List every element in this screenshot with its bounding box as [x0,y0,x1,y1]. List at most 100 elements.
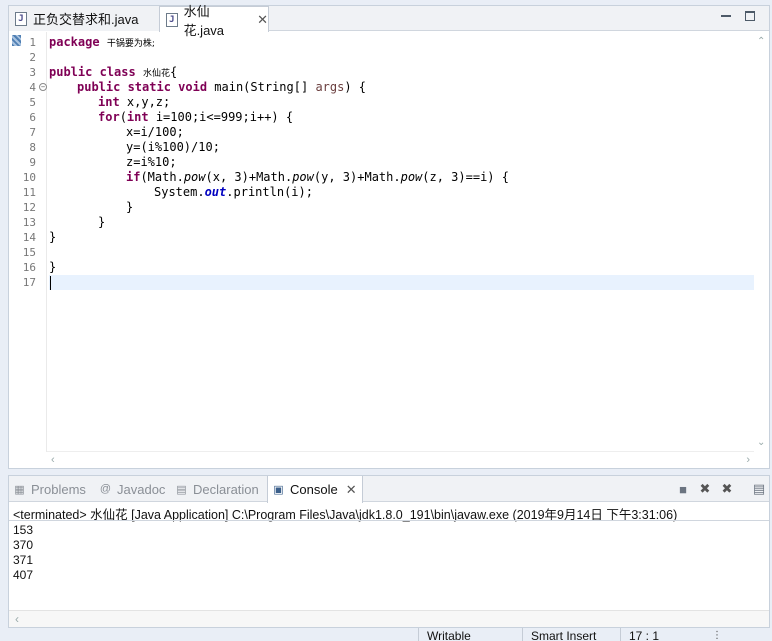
code-line-4: public static void main(String[] args) { [77,80,366,95]
keyword: int [98,95,120,109]
tab-label: Declaration [193,481,259,497]
status-menu-icon[interactable]: ⋮ [712,630,722,641]
line-number: 5 [29,96,36,109]
keyword: for [98,110,120,124]
param-name: args [315,80,345,94]
code-text: main(String[] [214,80,316,94]
scroll-down-icon[interactable]: ⌄ [757,437,765,448]
code-text: { [169,65,178,79]
view-tab-bar: ▦ Problems @ Javadoc ▤ Declaration ▣ Con… [9,476,769,503]
console-view-area: ▦ Problems @ Javadoc ▤ Declaration ▣ Con… [8,475,770,628]
tab-label: 正负交替求和.java [33,12,139,27]
field-name: out [204,185,227,199]
tab-declaration[interactable]: ▤ Declaration [175,476,259,502]
keyword: public static void [77,80,208,94]
code-line-6: for(int i=100;i<=999;i++) { [98,110,293,125]
console-horizontal-scrollbar[interactable]: ‹ [9,610,769,627]
code-text: .println(i); [226,185,313,199]
code-line-13: } [98,215,106,229]
status-insert-mode: Smart Insert [522,628,620,641]
declaration-icon: ▤ [176,483,187,496]
maximize-icon[interactable] [745,11,755,21]
bookmark-marker-icon [12,35,21,46]
code-line-14: } [49,230,57,244]
code-text: (x, 3)+Math. [205,170,293,184]
horizontal-scrollbar[interactable]: ‹ › [47,451,754,468]
minimize-icon[interactable] [721,15,731,17]
line-number: 7 [29,126,36,139]
code-text: x,y,z; [119,95,171,109]
console-output-line: 370 [13,538,34,552]
remove-launch-icon[interactable]: ✖ [697,481,713,497]
line-number: 11 [22,186,36,199]
tab-label: Javadoc [117,481,166,497]
tab-console[interactable]: ▣ Console ✕ [267,476,363,503]
code-line-10: if(Math.pow(x, 3)+Math.pow(y, 3)+Math.po… [126,170,509,185]
line-number: 3 [29,66,36,79]
code-line-7: x=i/100; [126,125,184,139]
code-text: ( [119,110,127,124]
class-name: 水仙花 [142,69,170,79]
method-name: pow [292,170,314,184]
console-output-line: 407 [13,568,34,582]
line-number: 9 [29,156,36,169]
remove-all-launches-icon[interactable]: ✖ [719,481,735,497]
scroll-left-icon[interactable]: ‹ [15,612,19,626]
code-text: (y, 3)+Math. [313,170,401,184]
vertical-scrollbar[interactable]: ⌃ ⌄ [754,32,769,452]
code-text: (Math. [140,170,184,184]
javadoc-icon: @ [99,483,112,495]
line-number: 4 [29,81,36,94]
tab-zhengfu-java[interactable]: J 正负交替求和.java [9,6,159,31]
code-lines: package 干锅要为株; public class 水仙花{ public … [49,32,755,452]
line-number: 6 [29,111,36,124]
tab-problems[interactable]: ▦ Problems [13,476,86,502]
problems-icon: ▦ [14,483,25,496]
line-number: 10 [22,171,36,184]
code-line-12: } [126,200,134,214]
code-line-3: public class 水仙花{ [49,65,177,80]
scroll-up-icon[interactable]: ⌃ [757,36,765,47]
terminate-icon[interactable]: ■ [675,481,691,497]
line-number: 14 [22,231,36,244]
code-line-16: } [49,260,57,274]
keyword: if [126,170,141,184]
status-cursor-position: 17 : 1 [620,628,710,641]
close-icon[interactable]: ✕ [257,12,268,28]
code-line-9: z=i%10; [126,155,177,169]
code-text: i=100;i<=999;i++) { [148,110,294,124]
code-line-5: int x,y,z; [98,95,170,110]
scroll-left-icon[interactable]: ‹ [51,454,55,466]
clear-console-icon[interactable]: ▤ [751,481,767,497]
console-output-line: 371 [13,553,34,567]
fold-collapse-icon[interactable]: − [39,83,47,91]
console-icon: ▣ [273,484,284,496]
text-caret [50,276,51,290]
status-bar: Writable Smart Insert 17 : 1 ⋮ [0,628,772,641]
code-text: System. [154,185,205,199]
package-name: 干锅要为株; [106,39,155,49]
line-number: 15 [22,246,36,259]
code-line-11: System.out.println(i); [154,185,313,200]
code-text: (z, 3)==i) { [422,170,509,184]
close-icon[interactable]: ✕ [346,482,357,498]
tab-javadoc[interactable]: @ Javadoc [99,476,166,502]
method-name: pow [183,170,206,184]
line-number: 13 [22,216,36,229]
tab-label: Problems [31,481,86,497]
console-output[interactable]: 153 370 371 407 [13,523,33,583]
scroll-right-icon[interactable]: › [746,454,750,466]
code-text: ) { [344,80,367,94]
status-writable: Writable [418,628,522,641]
code-line-8: y=(i%100)/10; [126,140,220,154]
java-file-icon: J [166,12,178,27]
code-editor[interactable]: 1 2 3 4 − 5 6 7 8 9 10 11 12 13 14 15 16… [9,32,755,452]
tab-shuixianhua-java[interactable]: J 水仙花.java ✕ [159,4,269,38]
console-output-line: 153 [13,523,34,537]
editor-tab-bar: J 正负交替求和.java J 水仙花.java ✕ [9,4,769,38]
tab-label: Console [290,482,338,497]
method-name: pow [400,170,423,184]
line-number: 12 [22,201,36,214]
keyword: public class [49,65,136,79]
line-number: 1 [29,36,36,49]
